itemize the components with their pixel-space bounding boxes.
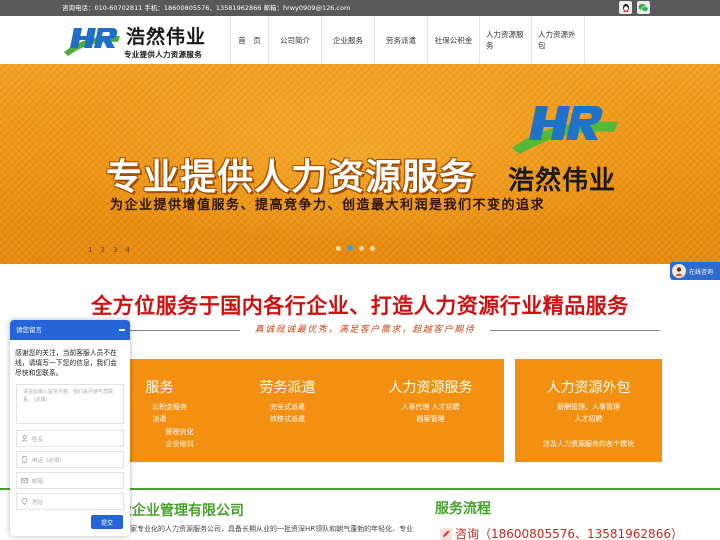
- card-line: 涉及人力资源服务的各个模块: [543, 440, 634, 448]
- location-icon: [21, 498, 28, 505]
- section-subtitle: 真诚就诚最优秀，满足客户需求，超越客户期待: [254, 325, 476, 335]
- slide-number[interactable]: 4: [125, 246, 129, 254]
- slide-dot-active[interactable]: [347, 245, 353, 251]
- mail-icon: [21, 478, 28, 484]
- nav-hr-services[interactable]: 人力资源服务: [479, 16, 531, 64]
- card-line: 薪酬管理、人事管理: [557, 403, 620, 411]
- service-card-labor-dispatch[interactable]: 劳务派遣 完全式派遣 转移式派遣: [214, 359, 361, 462]
- message-textarea[interactable]: 请在此输入留言内容，我们会尽快与您联系。（必填）: [16, 384, 124, 424]
- minimize-icon[interactable]: [119, 329, 125, 331]
- name-placeholder: 姓名: [32, 436, 44, 443]
- main-nav: 首 页 公司简介 企业服务 劳务派遣 社保公积金 人力资源服务 人力资源外包: [230, 16, 585, 64]
- brand-slogan: 专业提供人力资源服务: [124, 50, 202, 59]
- company-description: 家专业化的人力资源服务公司，具备长期从业的一批资深HR领队和朝气蓬勃的年轻化、专…: [130, 525, 414, 533]
- banner-hr-logo-icon: [512, 106, 618, 154]
- card-title: 人力资源外包: [546, 380, 631, 396]
- contact-info: 咨询电话：010-60702811 手机：18600805576、1358196…: [62, 4, 351, 12]
- card-title: 人力资源服务: [388, 380, 473, 396]
- phone-icon: [22, 456, 27, 463]
- slide-dot[interactable]: [359, 245, 364, 251]
- section-title: 全方位服务于国内各行企业、打造人力资源行业精品服务: [91, 294, 629, 318]
- agent-avatar-icon: [672, 264, 686, 278]
- phone-placeholder: 电话（必填）: [32, 457, 66, 464]
- slide-number[interactable]: 2: [100, 246, 104, 254]
- phone-field[interactable]: 电话（必填）: [16, 451, 124, 468]
- service-card-hr-outsourcing[interactable]: 人力资源外包 薪酬管理、人事管理 人才招聘 涉及人力资源服务的各个模块: [515, 359, 662, 462]
- chat-message: 感谢您的关注，当前客服人员不在 线，请填写一下您的信息，我们会 尽快和您联系。: [15, 349, 117, 377]
- top-bar: 咨询电话：010-60702811 手机：18600805576、1358196…: [0, 0, 720, 16]
- card-line: 人事代理 人才招聘: [401, 403, 460, 411]
- online-service-label: 在线咨询: [689, 268, 714, 276]
- banner-headline: 专业提供人力资源服务: [106, 157, 477, 198]
- social-links: [619, 1, 650, 14]
- service-flow-item: 咨询（18600805576、13581962866）: [440, 525, 683, 540]
- banner-subline: 为企业提供增值服务、提高竞争力、创造最大利润是我们不变的追求: [110, 198, 546, 213]
- company-name: 业企业管理有限公司: [118, 503, 244, 519]
- hero-banner[interactable]: 专业提供人力资源服务 为企业提供增值服务、提高竞争力、创造最大利润是我们不变的追…: [0, 64, 720, 264]
- submit-button[interactable]: 提交: [91, 515, 123, 529]
- site-header: 浩然伟业 专业提供人力资源服务 首 页 公司简介 企业服务 劳务派遣 社保公积金…: [0, 16, 720, 64]
- nav-social-security[interactable]: 社保公积金: [427, 16, 479, 64]
- nav-enterprise-services[interactable]: 企业服务: [321, 16, 374, 64]
- chat-widget: 请您留言 感谢您的关注，当前客服人员不在 线，请填写一下您的信息，我们会 尽快和…: [10, 320, 130, 536]
- site-logo[interactable]: 浩然伟业 专业提供人力资源服务: [62, 20, 232, 60]
- name-field[interactable]: 姓名: [16, 430, 124, 447]
- nav-hr-outsourcing[interactable]: 人力资源外包: [531, 16, 585, 64]
- slide-dots: [336, 245, 375, 251]
- chat-header-title: 请您留言: [16, 326, 42, 334]
- slide-numbers: 1 2 3 4: [88, 246, 130, 254]
- message-placeholder: 请在此输入留言内容，我们会尽快与您联系。（必填）: [23, 389, 114, 403]
- service-card-hr-services[interactable]: 人力资源服务 人事代理 人才招聘 档案管理: [357, 359, 504, 462]
- address-field[interactable]: 地址: [16, 493, 124, 510]
- qq-icon[interactable]: [619, 1, 632, 14]
- wechat-icon[interactable]: [637, 1, 650, 14]
- nav-home[interactable]: 首 页: [230, 16, 268, 64]
- divider-line: [490, 330, 660, 331]
- brand-name: 浩然伟业: [126, 26, 207, 48]
- hr-logo-icon: [64, 28, 120, 56]
- card-line: 转移式派遣: [270, 415, 305, 423]
- email-field[interactable]: 邮箱: [16, 472, 124, 489]
- card-line: 人才招聘: [574, 415, 603, 423]
- person-icon: [21, 435, 28, 442]
- chat-header: 请您留言: [10, 320, 130, 340]
- service-flow-title: 服务流程: [435, 501, 491, 517]
- slide-dot[interactable]: [370, 245, 375, 251]
- slide-number[interactable]: 3: [113, 246, 117, 254]
- card-title: 劳务派遣: [259, 380, 316, 396]
- card-line: 档案管理: [416, 415, 445, 423]
- pencil-icon: [440, 527, 452, 540]
- nav-about[interactable]: 公司简介: [268, 16, 321, 64]
- card-line: 完全式派遣: [270, 403, 305, 411]
- online-service-button[interactable]: 在线咨询: [670, 262, 720, 280]
- slide-number[interactable]: 1: [88, 246, 92, 254]
- banner-brand-name: 浩然伟业: [508, 166, 617, 196]
- email-placeholder: 邮箱: [32, 478, 44, 485]
- service-flow-text: 咨询（18600805576、13581962866）: [455, 527, 683, 540]
- address-placeholder: 地址: [32, 499, 44, 506]
- slide-dot[interactable]: [336, 245, 341, 251]
- nav-labor-dispatch[interactable]: 劳务派遣: [374, 16, 427, 64]
